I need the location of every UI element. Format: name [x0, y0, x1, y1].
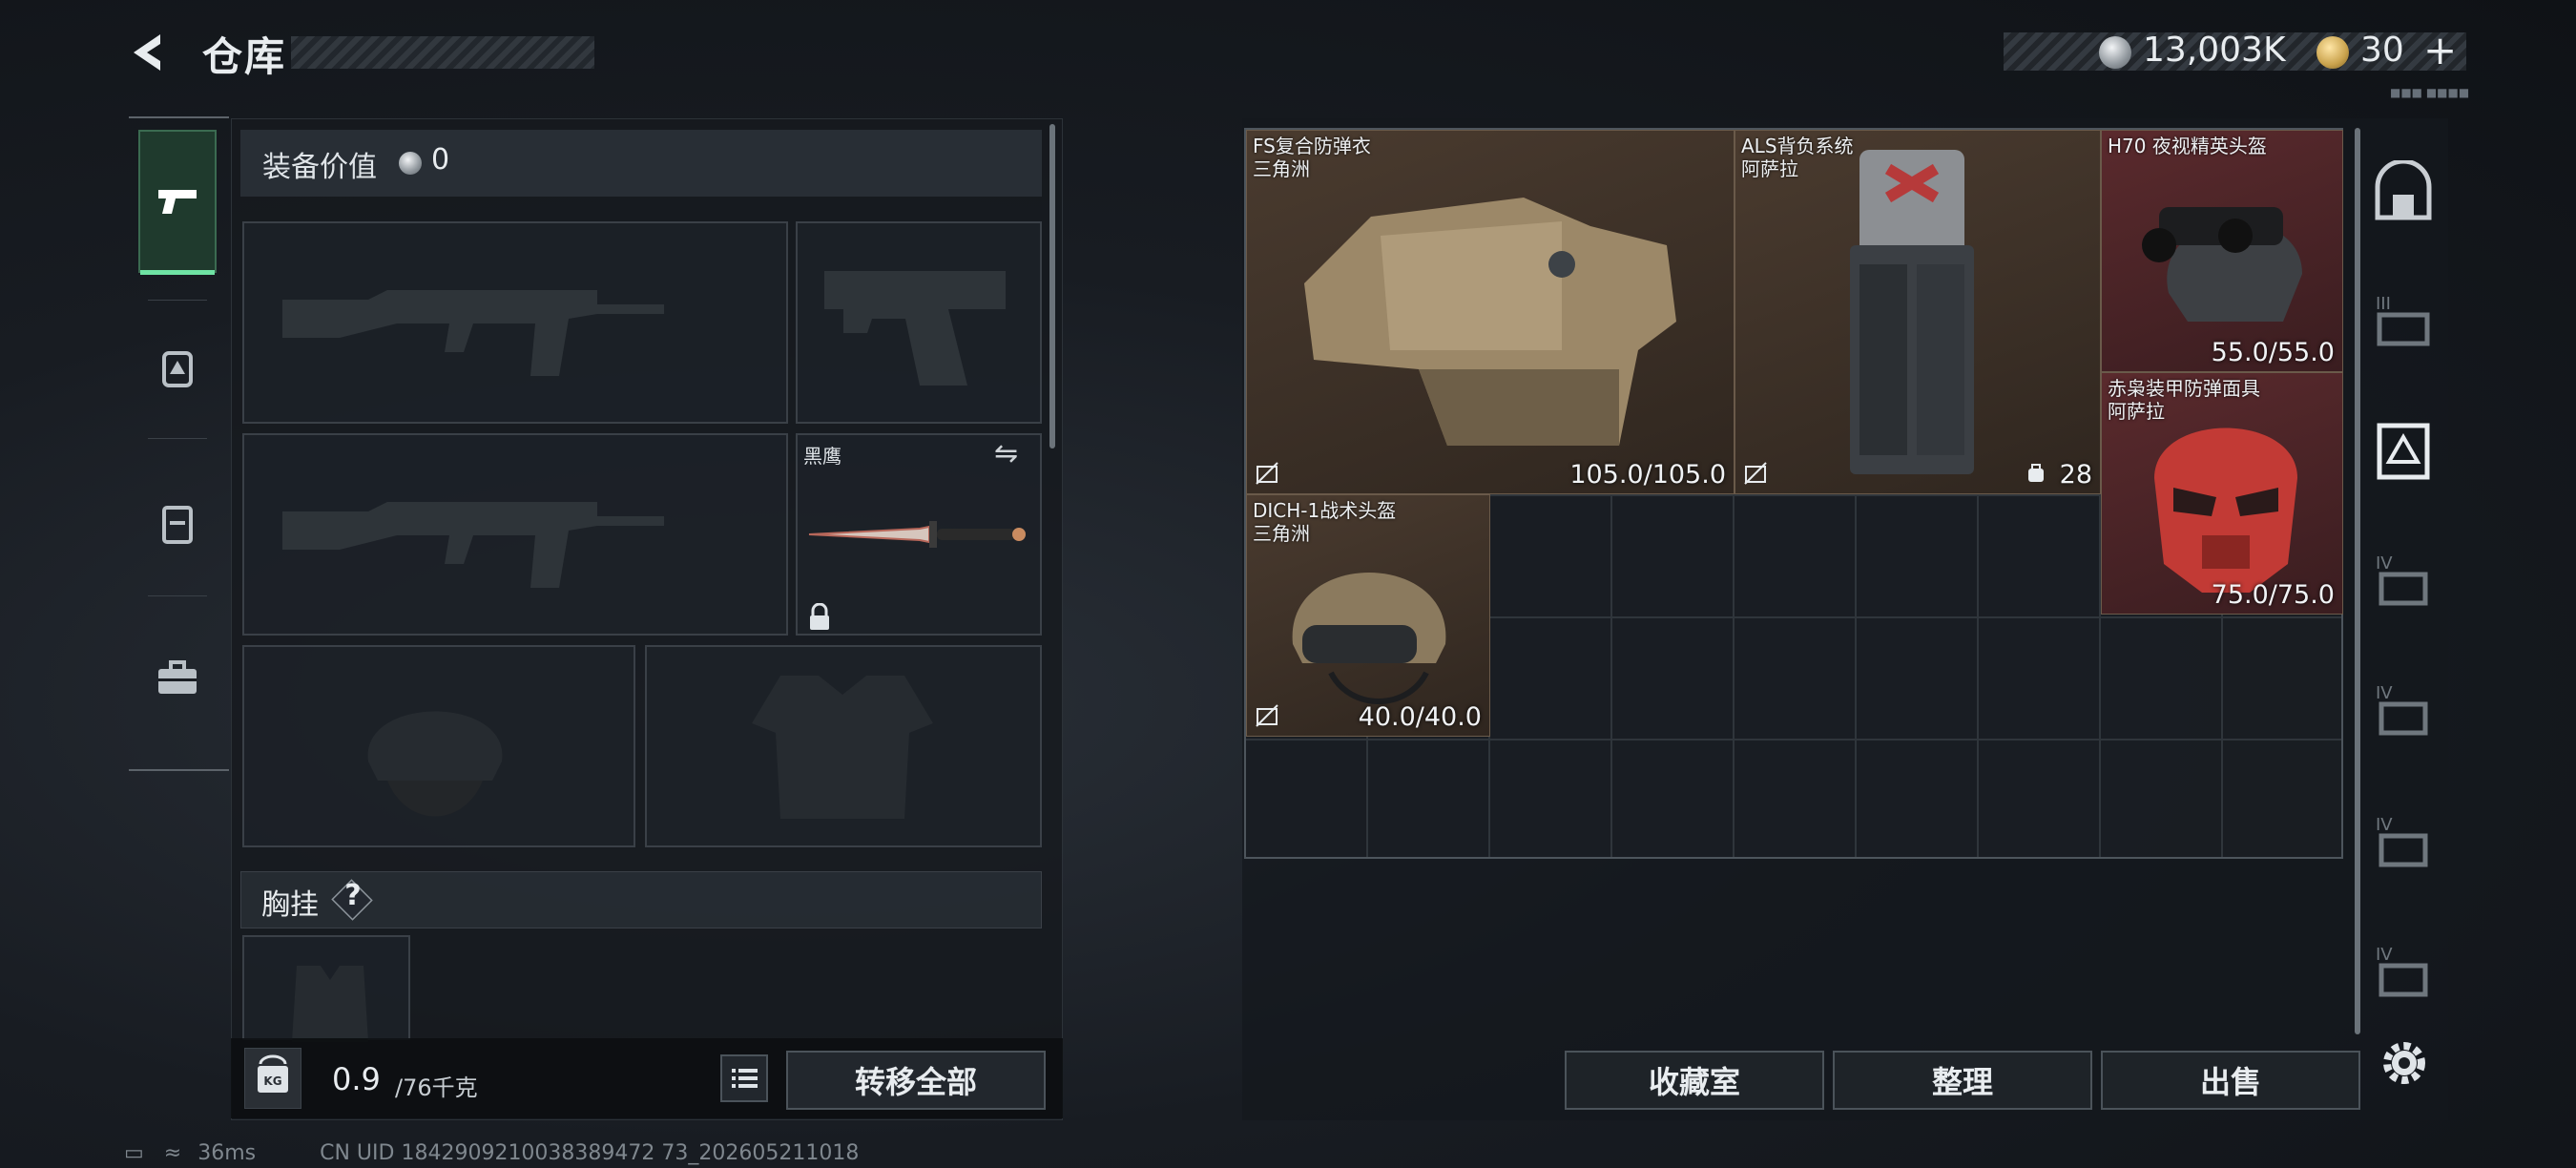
tier-4-stash-icon[interactable]: IV	[2370, 546, 2437, 613]
rifle-silhouette-icon	[282, 290, 664, 376]
wifi-icon: ≈	[163, 1141, 182, 1165]
item-name: DICH-1战术头盔 三角洲	[1253, 499, 1397, 545]
armor-silhouette-icon	[752, 676, 933, 819]
item-name: FS复合防弹衣 三角洲	[1253, 135, 1371, 180]
item-durability: 75.0/75.0	[2211, 580, 2335, 610]
capacity-bag-icon	[2028, 464, 2044, 482]
svg-text:III: III	[2376, 294, 2391, 314]
tactical-helmet-image	[1292, 573, 1446, 704]
help-question-mark: ?	[344, 879, 362, 912]
no-insure-icon	[1256, 704, 1278, 727]
swap-icon[interactable]: ⇋	[994, 437, 1018, 470]
ping-value: 36ms	[197, 1141, 257, 1165]
tier-4-stash-icon[interactable]: IV	[2370, 676, 2437, 742]
tier-4-stash-icon[interactable]: IV	[2370, 937, 2437, 1004]
item-tactical-helmet[interactable]: DICH-1战术头盔 三角洲 40.0/40.0	[1246, 494, 1490, 737]
secondary-weapon-slot[interactable]	[242, 433, 788, 636]
red-mask-image	[2154, 428, 2297, 593]
svg-text:IV: IV	[2376, 553, 2393, 574]
vest-icon	[162, 506, 193, 544]
tier-3-stash-icon[interactable]: III	[2370, 286, 2437, 353]
title-decoration	[291, 36, 594, 69]
nav-equipment[interactable]	[138, 296, 217, 439]
nav-toolbox[interactable]	[138, 607, 217, 750]
right-scrollbar[interactable]	[2355, 128, 2360, 1034]
pistol-icon	[158, 190, 197, 214]
item-name: H70 夜视精英头盔	[2108, 135, 2267, 157]
small-label: ■■■ ■■■■	[2390, 86, 2470, 99]
primary-weapon-slot[interactable]	[242, 221, 788, 424]
item-durability: 105.0/105.0	[1569, 460, 1726, 490]
silver-coin-icon	[2099, 36, 2131, 69]
add-currency-button[interactable]: +	[2423, 27, 2457, 73]
svg-text:KG: KG	[263, 1074, 281, 1088]
page-title: 仓库	[202, 33, 287, 80]
item-durability: 55.0/55.0	[2211, 338, 2335, 367]
item-name: 赤枭装甲防弹面具 阿萨拉	[2108, 377, 2260, 423]
stash-home-icon[interactable]	[2370, 160, 2437, 227]
chest-rig-silhouette-icon	[292, 966, 368, 1042]
tier-4-stash-icon[interactable]: IV	[2370, 807, 2437, 874]
item-capacity: 28	[2059, 460, 2092, 490]
back-arrow-icon[interactable]	[124, 29, 172, 76]
sell-button[interactable]: 出售	[2101, 1051, 2360, 1110]
chest-rig-label: 胸挂	[261, 888, 319, 922]
item-night-vision-helmet[interactable]: H70 夜视精英头盔 55.0/55.0	[2101, 130, 2343, 372]
item-durability: 40.0/40.0	[1358, 702, 1482, 732]
chest-rig-slot[interactable]	[242, 935, 410, 1042]
no-insure-icon	[1744, 462, 1767, 485]
max-weight: /76千克	[395, 1074, 478, 1101]
nvg-helmet-image	[2142, 207, 2302, 322]
helmet-silhouette-icon	[367, 711, 503, 817]
body-armor-image	[1304, 198, 1676, 446]
briefcase-icon	[158, 660, 197, 694]
gold-amount: 30	[2360, 31, 2404, 70]
current-weight: 0.9	[332, 1061, 381, 1097]
left-scrollbar[interactable]	[1049, 124, 1055, 448]
item-name: ALS背负系统 阿萨拉	[1741, 135, 1854, 180]
gear-icon[interactable]	[2374, 1032, 2435, 1094]
equipment-value: 0	[431, 143, 450, 177]
backpack-image	[1850, 150, 1974, 474]
pistol-slot[interactable]	[796, 221, 1042, 424]
transfer-all-button[interactable]: 转移全部	[786, 1051, 1046, 1110]
lock-icon	[810, 603, 829, 630]
no-insure-icon	[1256, 462, 1278, 485]
category-nav	[129, 116, 229, 771]
sort-button[interactable]: 整理	[1833, 1051, 2092, 1110]
gold-coin-icon	[2316, 36, 2349, 69]
nav-vest[interactable]	[138, 452, 217, 595]
uid-text: CN UID 1842909210038389472 73_2026052110…	[320, 1141, 860, 1165]
svg-text:IV: IV	[2376, 683, 2393, 703]
knife-name: 黑鹰	[803, 445, 841, 468]
item-armored-mask[interactable]: 赤枭装甲防弹面具 阿萨拉 75.0/75.0	[2101, 372, 2343, 615]
body-armor-slot[interactable]	[645, 645, 1042, 847]
knife-image	[808, 521, 1026, 548]
helmet-gear-icon	[162, 351, 193, 387]
silver-amount: 13,003K	[2143, 31, 2286, 70]
weight-icon: KG	[244, 1048, 301, 1109]
status-bar: ▭ ≈ 36ms CN UID 1842909210038389472 73_2…	[124, 1141, 859, 1165]
silver-coin-icon	[399, 152, 422, 175]
tier-4-stash-icon-selected[interactable]	[2370, 418, 2437, 485]
svg-text:IV: IV	[2376, 945, 2393, 965]
rifle-silhouette-icon	[282, 502, 664, 588]
equipment-value-label: 装备价值	[262, 151, 377, 184]
battery-icon: ▭	[124, 1141, 144, 1165]
item-body-armor[interactable]: FS复合防弹衣 三角洲 105.0/105.0	[1246, 130, 1735, 494]
collection-room-button[interactable]: 收藏室	[1565, 1051, 1824, 1110]
nav-weapons[interactable]	[138, 130, 217, 275]
list-view-button[interactable]	[720, 1054, 768, 1102]
helmet-slot[interactable]	[242, 645, 635, 847]
list-icon	[732, 1069, 758, 1088]
item-backpack[interactable]: ALS背负系统 阿萨拉 28	[1735, 130, 2101, 494]
pistol-silhouette-icon	[824, 271, 1006, 386]
svg-text:IV: IV	[2376, 815, 2393, 835]
